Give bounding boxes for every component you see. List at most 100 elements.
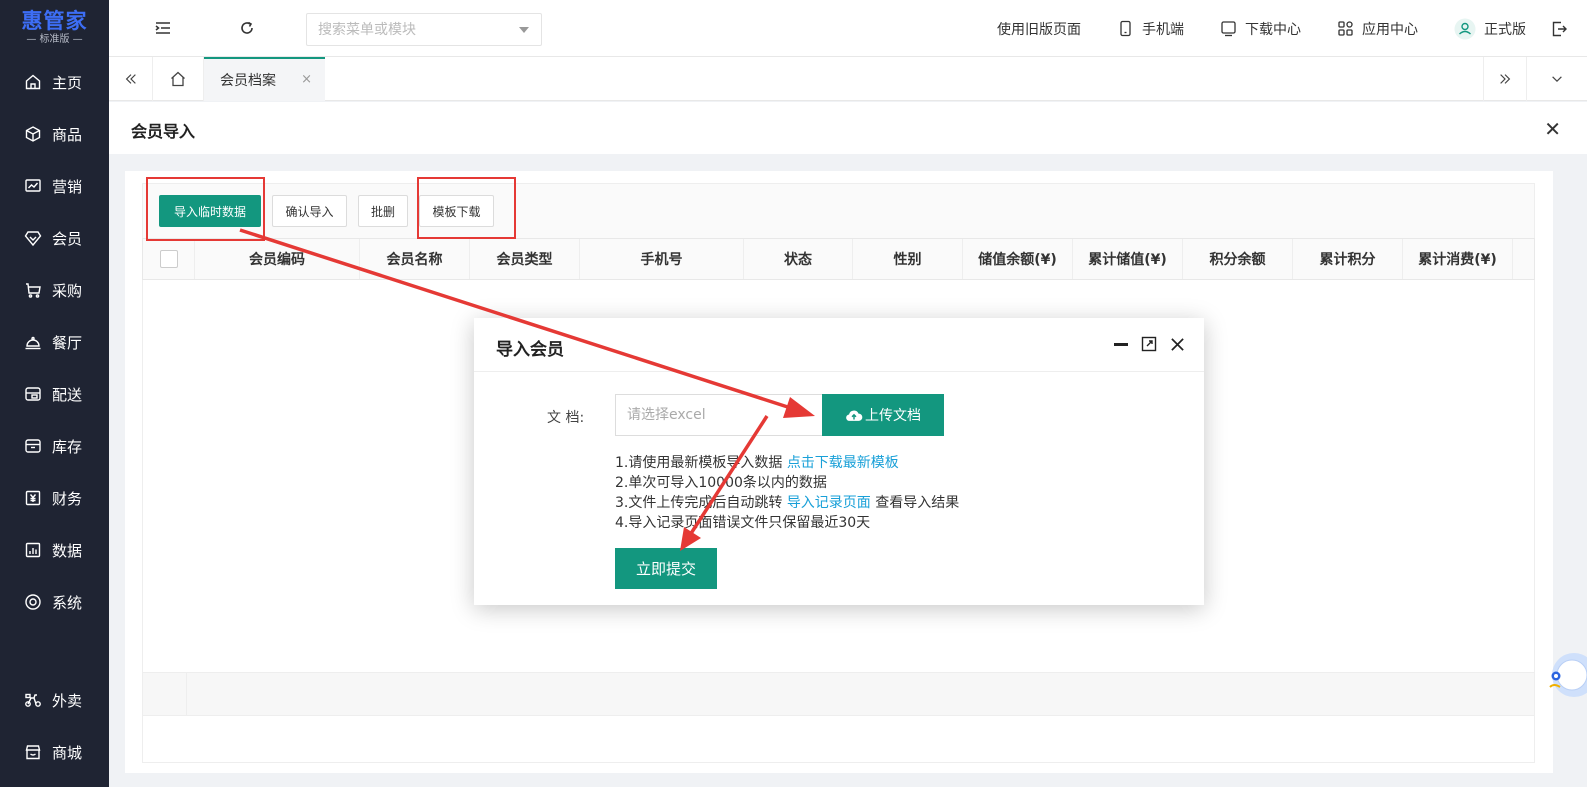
import-member-dialog: 导入会员 文 档: 上传文档 1.请使用最新模板导入数据 点击下载最新模板 2.…: [474, 318, 1204, 605]
search-input[interactable]: [307, 14, 507, 45]
confirm-import-button[interactable]: 确认导入: [272, 195, 347, 227]
close-icon[interactable]: ×: [301, 72, 312, 87]
instruction-line: 2.单次可导入10000条以内的数据: [615, 475, 827, 491]
close-icon[interactable]: [1168, 335, 1186, 353]
sidebar-item-mall[interactable]: 商城: [0, 726, 109, 778]
table-footer: [142, 672, 1535, 716]
column-header[interactable]: 性别: [853, 239, 963, 279]
sidebar-item-label: 商城: [52, 743, 83, 762]
pagination-area: [142, 716, 1535, 763]
sidebar-item-home[interactable]: 主页: [0, 56, 109, 108]
sidebar-item-finance[interactable]: 财务: [0, 472, 109, 524]
brand-edition: 标准版: [39, 33, 70, 45]
tab-scroll-left-button[interactable]: [109, 57, 153, 101]
home-icon: [24, 73, 42, 91]
old-page-link[interactable]: 使用旧版页面: [997, 19, 1081, 39]
page-title: 会员导入: [131, 122, 196, 141]
column-header[interactable]: 状态: [744, 239, 853, 279]
column-header[interactable]: 积分余额: [1183, 239, 1293, 279]
cloche-icon: [24, 333, 42, 351]
tab-bar: 会员档案 ×: [109, 57, 1587, 101]
table-header: 会员编码 会员名称 会员类型 手机号 状态 性别 储值余额(¥) 累计储值(¥)…: [142, 238, 1535, 280]
topbar: 使用旧版页面 手机端 下载中心 应用中心 正式版: [109, 0, 1587, 57]
sidebar-bottom-nav: 外卖 商城: [0, 674, 109, 778]
instruction-line: 1.请使用最新模板导入数据 点击下载最新模板: [615, 455, 899, 471]
phone-icon: [1120, 20, 1131, 37]
home-icon: [171, 71, 185, 87]
sidebar-item-restaurant[interactable]: 餐厅: [0, 316, 109, 368]
sidebar-item-products[interactable]: 商品: [0, 108, 109, 160]
app-center-link[interactable]: 应用中心: [1337, 19, 1418, 39]
double-chevron-right-icon: [1500, 74, 1511, 84]
sidebar-item-purchase[interactable]: 采购: [0, 264, 109, 316]
column-header[interactable]: 会员类型: [470, 239, 580, 279]
minimize-icon[interactable]: [1112, 335, 1130, 353]
column-header[interactable]: 累计积分: [1293, 239, 1403, 279]
sidebar-item-inventory[interactable]: 库存: [0, 420, 109, 472]
sidebar-item-delivery[interactable]: 配送: [0, 368, 109, 420]
column-header[interactable]: 手机号: [580, 239, 744, 279]
sidebar: 惠管家 — 标准版 — 主页 商品 营销 会员 采购 餐厅 配送 库存 财务 数…: [0, 0, 109, 787]
sidebar-item-label: 数据: [52, 541, 83, 560]
upload-document-button[interactable]: 上传文档: [822, 394, 944, 436]
version-badge[interactable]: 正式版: [1454, 18, 1526, 40]
mobile-link[interactable]: 手机端: [1117, 19, 1184, 39]
tab-menu-button[interactable]: [1527, 57, 1587, 101]
toolbar: [142, 183, 1535, 239]
diamond-icon: [24, 229, 42, 247]
home-tab-button[interactable]: [153, 57, 204, 101]
file-field[interactable]: [615, 394, 823, 436]
file-path-input[interactable]: [616, 395, 823, 435]
sidebar-item-label: 配送: [52, 385, 83, 404]
import-temp-data-button[interactable]: 导入临时数据: [159, 195, 261, 227]
sidebar-item-label: 营销: [52, 177, 83, 196]
cloud-upload-icon: [846, 410, 863, 421]
template-download-button[interactable]: 模板下载: [419, 195, 494, 227]
menu-search[interactable]: [306, 13, 542, 46]
sidebar-item-marketing[interactable]: 营销: [0, 160, 109, 212]
dialog-header: 导入会员: [474, 318, 1204, 372]
truck-icon: [24, 385, 42, 403]
tab-member-profile[interactable]: 会员档案 ×: [204, 57, 325, 101]
refresh-icon[interactable]: [238, 19, 256, 37]
sidebar-item-data[interactable]: 数据: [0, 524, 109, 576]
batch-delete-button[interactable]: 批删: [358, 195, 408, 227]
maximize-icon[interactable]: [1140, 335, 1158, 353]
column-header[interactable]: 累计储值(¥): [1073, 239, 1183, 279]
brand-name: 惠管家: [21, 8, 88, 33]
assistant-robot-icon[interactable]: [1542, 643, 1587, 703]
dialog-title: 导入会员: [496, 340, 564, 360]
import-instructions: 1.请使用最新模板导入数据 点击下载最新模板 2.单次可导入10000条以内的数…: [615, 453, 959, 533]
import-records-link[interactable]: 导入记录页面: [787, 495, 871, 511]
select-all-checkbox[interactable]: [159, 250, 178, 268]
column-header[interactable]: 累计消费(¥): [1403, 239, 1513, 279]
store-icon: [24, 743, 42, 761]
file-label: 文 档:: [547, 410, 585, 426]
page-header: 会员导入 ✕: [109, 102, 1587, 154]
logo[interactable]: 惠管家 — 标准版 —: [0, 0, 109, 56]
column-header[interactable]: 会员编码: [195, 239, 360, 279]
sidebar-item-system[interactable]: 系统: [0, 576, 109, 628]
instruction-line: 4.导入记录页面错误文件只保留最近30天: [615, 515, 871, 531]
apps-icon: [1338, 21, 1353, 36]
tab-scroll-right-button[interactable]: [1483, 57, 1527, 101]
chevron-down-icon[interactable]: [519, 27, 529, 33]
download-icon: [1221, 21, 1236, 37]
download-template-link[interactable]: 点击下载最新模板: [787, 455, 899, 471]
column-header[interactable]: 储值余额(¥): [963, 239, 1073, 279]
box-icon: [24, 125, 42, 143]
sidebar-item-label: 主页: [52, 73, 83, 92]
sidebar-item-takeout[interactable]: 外卖: [0, 674, 109, 726]
select-all-cell: [143, 239, 195, 279]
column-header[interactable]: 会员名称: [360, 239, 470, 279]
close-icon[interactable]: ✕: [1544, 117, 1561, 141]
user-avatar-icon: [1454, 18, 1476, 39]
submit-button[interactable]: 立即提交: [615, 548, 717, 589]
inventory-icon: [24, 437, 42, 455]
sidebar-item-label: 库存: [52, 437, 83, 456]
sidebar-item-members[interactable]: 会员: [0, 212, 109, 264]
download-center-link[interactable]: 下载中心: [1220, 19, 1301, 39]
logout-icon[interactable]: [1550, 20, 1568, 38]
chart-icon: [24, 177, 42, 195]
menu-collapse-icon[interactable]: [154, 19, 172, 37]
